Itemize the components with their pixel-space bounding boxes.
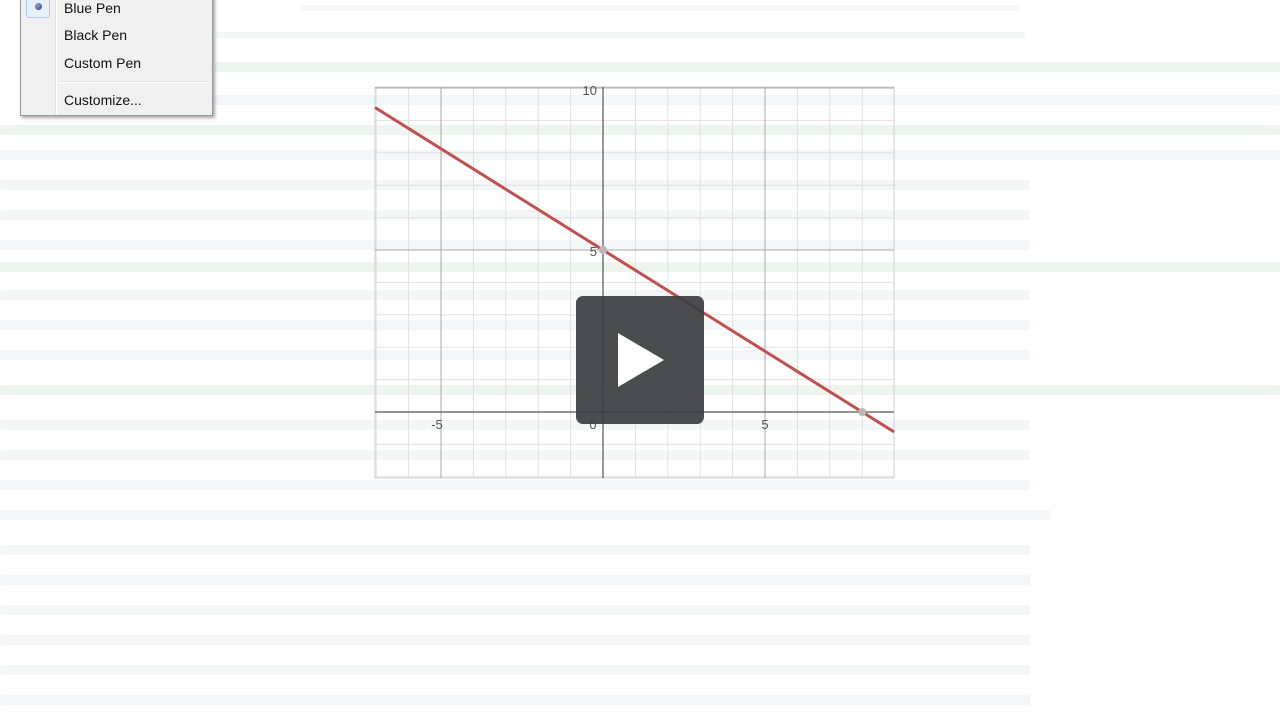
play-button[interactable] <box>576 296 704 424</box>
pen-context-menu: Blue Pen Black Pen Custom Pen Customize.… <box>20 0 213 116</box>
plot-point-0[interactable] <box>599 246 607 254</box>
menu-item-label: Custom Pen <box>64 55 142 71</box>
play-icon <box>618 333 664 387</box>
plot-point-1[interactable] <box>858 408 867 416</box>
radio-checked-icon <box>26 0 50 18</box>
x-tick-label-5: 5 <box>761 417 768 432</box>
x-tick-label-neg5: -5 <box>431 417 443 432</box>
y-tick-label-10: 10 <box>583 83 597 98</box>
video-frame: -5 0 5 10 5 Blue Pen Black Pen Custom Pe… <box>0 0 1280 720</box>
menu-item-label: Customize... <box>64 92 142 108</box>
menu-separator <box>59 81 208 83</box>
menu-item-label: Black Pen <box>64 27 128 43</box>
menu-item-black-pen[interactable]: Black Pen <box>24 22 209 48</box>
menu-item-label: Blue Pen <box>64 0 121 16</box>
menu-item-custom-pen[interactable]: Custom Pen <box>24 50 209 76</box>
menu-item-customize[interactable]: Customize... <box>24 87 209 113</box>
menu-item-blue-pen[interactable]: Blue Pen <box>24 0 209 21</box>
